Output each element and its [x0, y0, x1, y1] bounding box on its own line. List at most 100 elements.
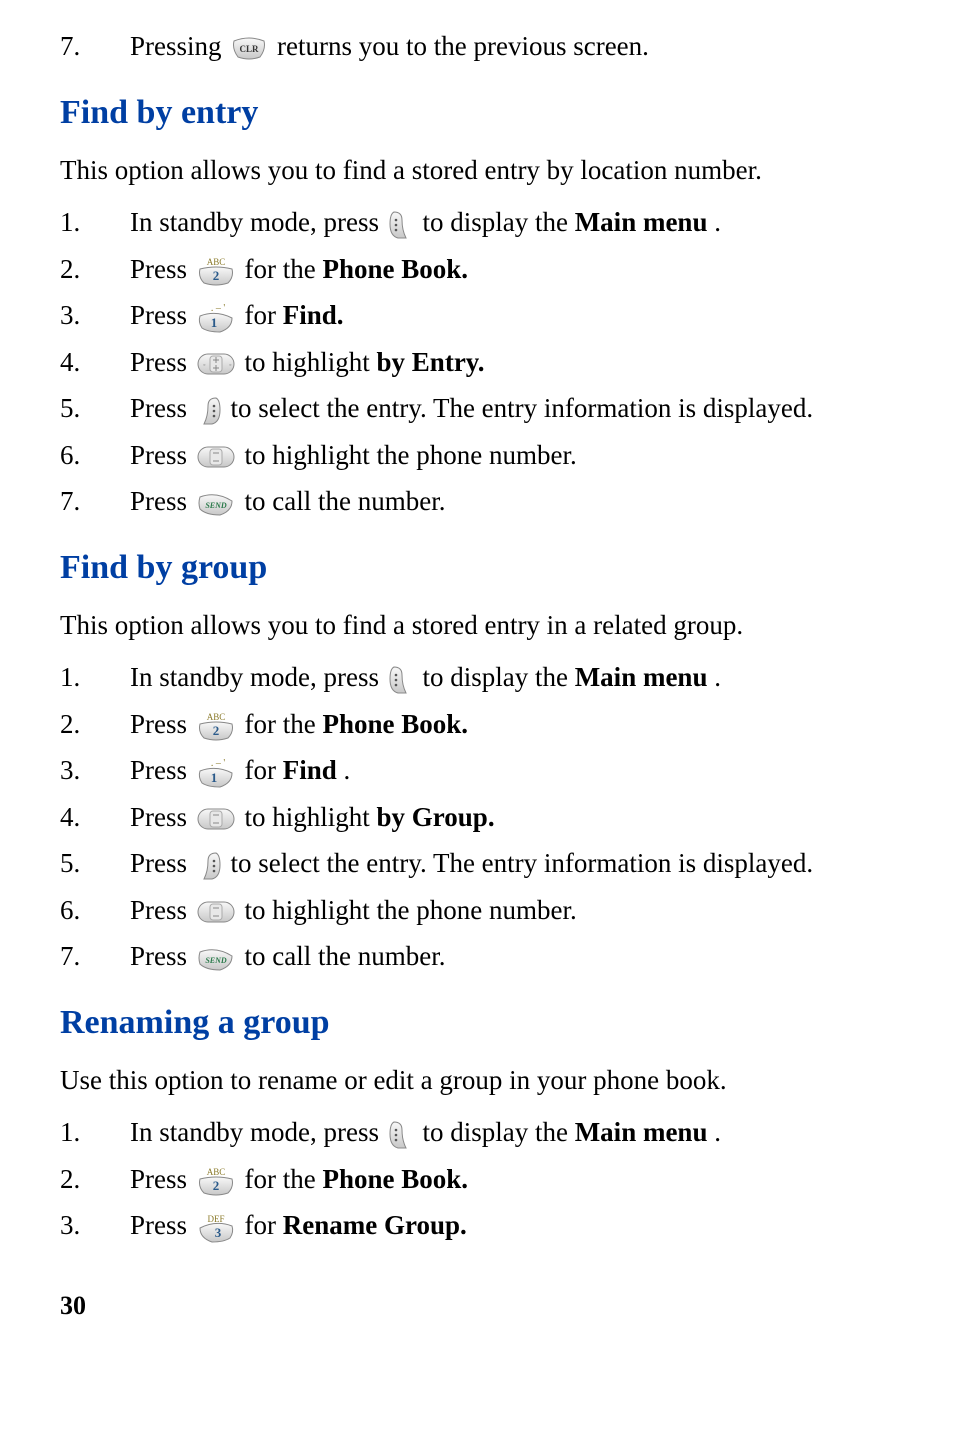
- svg-text:◦: ◦: [229, 361, 231, 369]
- intro-find-by-group: This option allows you to find a stored …: [60, 605, 894, 646]
- text-fragment: Press: [130, 755, 194, 785]
- step-text: Press to select the entry. The entry inf…: [130, 843, 894, 884]
- step-number: 7.: [60, 936, 130, 977]
- svg-text:2: 2: [213, 723, 220, 738]
- step-item: 4. Press to highlight by Group.: [60, 797, 894, 838]
- step-item: 3. Press . – ' 1 for Find.: [60, 295, 894, 336]
- text-fragment: Press: [130, 393, 194, 423]
- step-item: 3. Press DEF 3 for Rename Group.: [60, 1205, 894, 1246]
- step-item: 3. Press . – ' 1 for Find .: [60, 750, 894, 791]
- svg-text:ABC: ABC: [207, 257, 226, 267]
- step-item: 7. Press SEND to call the number.: [60, 936, 894, 977]
- bold-fragment: Main menu: [575, 207, 708, 237]
- menu-key-icon: [388, 210, 414, 240]
- text-fragment: .: [714, 1117, 721, 1147]
- text-fragment: returns you to the previous screen.: [277, 31, 649, 61]
- step-number: 3.: [60, 1205, 130, 1246]
- svg-text:CLR: CLR: [240, 44, 260, 54]
- key-2-abc-icon: ABC 2: [196, 710, 236, 742]
- step-text: Press ABC 2 for the Phone Book.: [130, 704, 894, 745]
- step-number: 7.: [60, 481, 130, 522]
- step-item: 1. In standby mode, press to display the…: [60, 1112, 894, 1153]
- text-fragment: .: [714, 207, 721, 237]
- step-text: Press SEND to call the number.: [130, 936, 894, 977]
- step-number: 5.: [60, 843, 130, 884]
- text-fragment: Press: [130, 300, 194, 330]
- step-text: Pressing CLR returns you to the previous…: [130, 26, 894, 67]
- svg-text:3: 3: [215, 1225, 222, 1240]
- bold-fragment: Find.: [283, 300, 344, 330]
- text-fragment: to display the: [422, 1117, 574, 1147]
- text-fragment: to highlight the phone number.: [245, 440, 577, 470]
- text-fragment: Pressing: [130, 31, 228, 61]
- step-text: Press to highlight the phone number.: [130, 890, 894, 931]
- text-fragment: for the: [245, 1164, 323, 1194]
- step-item: 2. Press ABC 2 for the Phone Book.: [60, 704, 894, 745]
- key-2-abc-icon: ABC 2: [196, 255, 236, 287]
- bold-fragment: Main menu: [575, 662, 708, 692]
- menu-key-alt-icon: [196, 396, 222, 426]
- text-fragment: Press: [130, 848, 194, 878]
- nav-key-icon: [196, 804, 236, 834]
- text-fragment: to highlight: [245, 347, 377, 377]
- step-item: 7. Pressing CLR returns you to the previ…: [60, 26, 894, 67]
- bold-fragment: by Entry.: [377, 347, 485, 377]
- text-fragment: to select the entry. The entry informati…: [231, 393, 814, 423]
- svg-text:ABC: ABC: [207, 1167, 226, 1177]
- step-number: 4.: [60, 342, 130, 383]
- key-3-def-icon: DEF 3: [196, 1212, 236, 1244]
- step-number: 2.: [60, 1159, 130, 1200]
- text-fragment: to highlight: [245, 802, 377, 832]
- step-number: 4.: [60, 797, 130, 838]
- step-number: 3.: [60, 295, 130, 336]
- nav-key-icon: [196, 442, 236, 472]
- step-number: 6.: [60, 435, 130, 476]
- step-text: Press to select the entry. The entry inf…: [130, 388, 894, 429]
- text-fragment: for the: [245, 709, 323, 739]
- step-text: Press . – ' 1 for Find.: [130, 295, 894, 336]
- bold-fragment: Rename Group.: [283, 1210, 467, 1240]
- svg-text:1: 1: [211, 770, 218, 785]
- step-item: 5. Press to select the entry. The entry …: [60, 388, 894, 429]
- text-fragment: Press: [130, 347, 194, 377]
- steps-renaming-group: 1. In standby mode, press to display the…: [60, 1112, 894, 1246]
- key-1-icon: . – ' 1: [196, 302, 236, 334]
- step-text: Press SEND to call the number.: [130, 481, 894, 522]
- text-fragment: In standby mode, press: [130, 662, 386, 692]
- text-fragment: to call the number.: [245, 941, 446, 971]
- step-item: 5. Press to select the entry. The entry …: [60, 843, 894, 884]
- step-number: 2.: [60, 249, 130, 290]
- svg-text:2: 2: [213, 268, 220, 283]
- svg-text:◦: ◦: [203, 361, 205, 369]
- top-continuation-list: 7. Pressing CLR returns you to the previ…: [60, 26, 894, 67]
- bold-fragment: by Group.: [377, 802, 495, 832]
- svg-text:DEF: DEF: [207, 1214, 224, 1224]
- text-fragment: for: [245, 1210, 283, 1240]
- menu-key-icon: [388, 665, 414, 695]
- text-fragment: for the: [245, 254, 323, 284]
- heading-find-by-group: Find by group: [60, 542, 894, 593]
- step-text: In standby mode, press to display the Ma…: [130, 202, 894, 243]
- svg-text:1: 1: [211, 315, 218, 330]
- nav-key-icon: [196, 897, 236, 927]
- text-fragment: Press: [130, 254, 194, 284]
- svg-text:. – ': . – ': [211, 758, 226, 769]
- text-fragment: Press: [130, 709, 194, 739]
- text-fragment: .: [344, 755, 351, 785]
- text-fragment: for: [245, 300, 283, 330]
- step-item: 4. Press ◦ ◦ to highlight by Entry.: [60, 342, 894, 383]
- step-text: Press ABC 2 for the Phone Book.: [130, 1159, 894, 1200]
- key-2-abc-icon: ABC 2: [196, 1165, 236, 1197]
- step-text: In standby mode, press to display the Ma…: [130, 657, 894, 698]
- step-number: 3.: [60, 750, 130, 791]
- step-number: 7.: [60, 26, 130, 67]
- text-fragment: Press: [130, 486, 194, 516]
- intro-renaming-group: Use this option to rename or edit a grou…: [60, 1060, 894, 1101]
- step-text: Press to highlight the phone number.: [130, 435, 894, 476]
- text-fragment: Press: [130, 895, 194, 925]
- step-text: Press ◦ ◦ to highlight by Entry.: [130, 342, 894, 383]
- send-key-icon: SEND: [196, 491, 236, 517]
- step-text: Press to highlight by Group.: [130, 797, 894, 838]
- intro-find-by-entry: This option allows you to find a stored …: [60, 150, 894, 191]
- step-text: In standby mode, press to display the Ma…: [130, 1112, 894, 1153]
